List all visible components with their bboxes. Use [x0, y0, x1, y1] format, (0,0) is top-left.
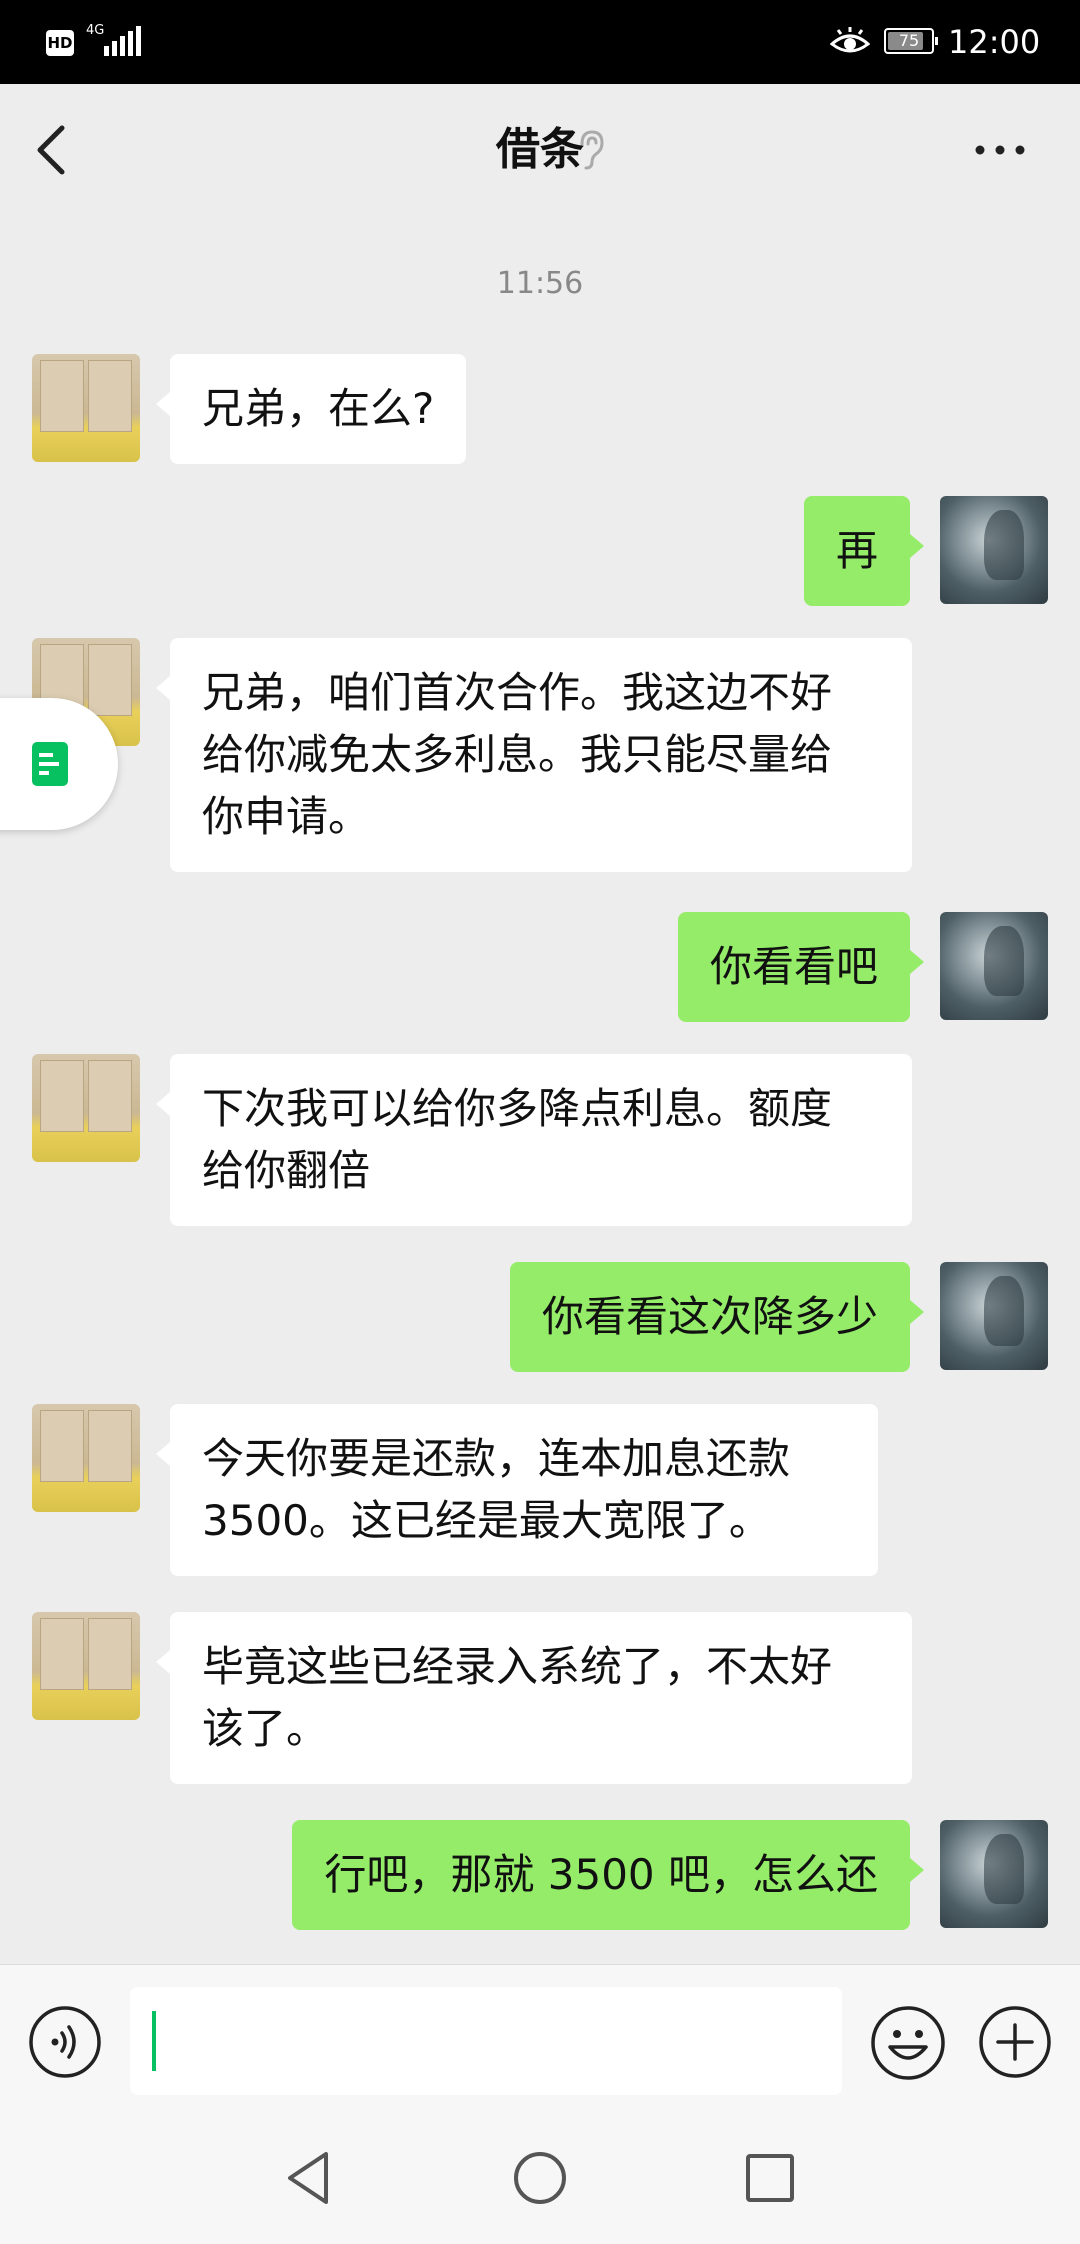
message-text: 你看看吧	[709, 942, 878, 991]
message-line: 今天你要是还款，连本加息还款	[202, 1434, 791, 1483]
note-icon	[32, 742, 68, 786]
message-line: 3500。这已经是最大宽限了。	[202, 1496, 771, 1545]
voice-icon[interactable]	[28, 2005, 102, 2079]
contact-avatar[interactable]	[32, 1054, 140, 1162]
more-dots-icon[interactable]	[970, 134, 1030, 166]
message-bubble-received[interactable]: 兄弟，咱们首次合作。我这边不好 给你减免太多利息。我只能尽量给 你申请。	[156, 638, 912, 872]
message-input[interactable]	[162, 2007, 826, 2077]
contact-avatar[interactable]	[32, 1404, 140, 1512]
message-text: 兄弟，在么?	[202, 384, 435, 433]
chat-timestamp: 11:56	[496, 266, 584, 301]
contact-avatar[interactable]	[32, 1612, 140, 1720]
emoji-icon[interactable]	[870, 2005, 946, 2081]
message-line: 毕竟这些已经录入系统了，不太好	[202, 1642, 833, 1691]
text-cursor	[152, 2011, 156, 2071]
input-bar	[0, 1964, 1080, 2117]
message-input-field[interactable]	[130, 1987, 842, 2095]
plus-circle-icon[interactable]	[978, 2005, 1052, 2079]
message-bubble-received[interactable]: 今天你要是还款，连本加息还款 3500。这已经是最大宽限了。	[156, 1404, 878, 1576]
message-line: 该了。	[202, 1704, 329, 1753]
message-bubble-received[interactable]: 兄弟，在么?	[155, 354, 467, 464]
my-avatar[interactable]	[940, 496, 1048, 604]
nav-recents-icon[interactable]	[740, 2148, 800, 2208]
my-avatar[interactable]	[940, 912, 1048, 1020]
contact-avatar[interactable]	[32, 354, 140, 462]
message-line: 兄弟，咱们首次合作。我这边不好	[202, 668, 833, 717]
hd-badge: HD	[46, 30, 74, 56]
battery-level: 75	[898, 31, 920, 50]
message-bubble-received[interactable]: 毕竟这些已经录入系统了，不太好 该了。	[156, 1612, 912, 1784]
my-avatar[interactable]	[940, 1820, 1048, 1928]
message-line: 给你翻倍	[202, 1146, 371, 1195]
chat-title: 借条	[496, 124, 584, 175]
message-text: 你看看这次降多少	[541, 1292, 878, 1341]
message-bubble-sent[interactable]: 再	[803, 496, 925, 606]
message-bubble-sent[interactable]: 你看看吧	[677, 912, 925, 1022]
message-bubble-sent[interactable]: 行吧，那就 3500 吧，怎么还	[292, 1820, 924, 1930]
ear-icon	[580, 130, 604, 170]
message-line: 你申请。	[202, 792, 371, 841]
message-bubble-received[interactable]: 下次我可以给你多降点利息。额度 给你翻倍	[156, 1054, 912, 1226]
signal-icon	[104, 26, 141, 56]
message-line: 下次我可以给你多降点利息。额度	[202, 1084, 833, 1133]
eye-comfort-icon	[830, 27, 870, 53]
status-bar: HD 4G 75 12:00	[0, 0, 1080, 84]
chat-header: 借条	[0, 84, 1080, 216]
message-bubble-sent[interactable]: 你看看这次降多少	[509, 1262, 925, 1372]
message-line: 给你减免太多利息。我只能尽量给	[202, 730, 833, 779]
nav-home-icon[interactable]	[510, 2148, 570, 2208]
message-text: 再	[835, 526, 878, 575]
system-nav-bar	[0, 2116, 1080, 2244]
battery-icon: 75	[884, 28, 938, 54]
nav-back-icon[interactable]	[280, 2148, 340, 2208]
my-avatar[interactable]	[940, 1262, 1048, 1370]
status-time: 12:00	[948, 23, 1041, 61]
message-text: 行吧，那就 3500 吧，怎么还	[324, 1850, 878, 1899]
